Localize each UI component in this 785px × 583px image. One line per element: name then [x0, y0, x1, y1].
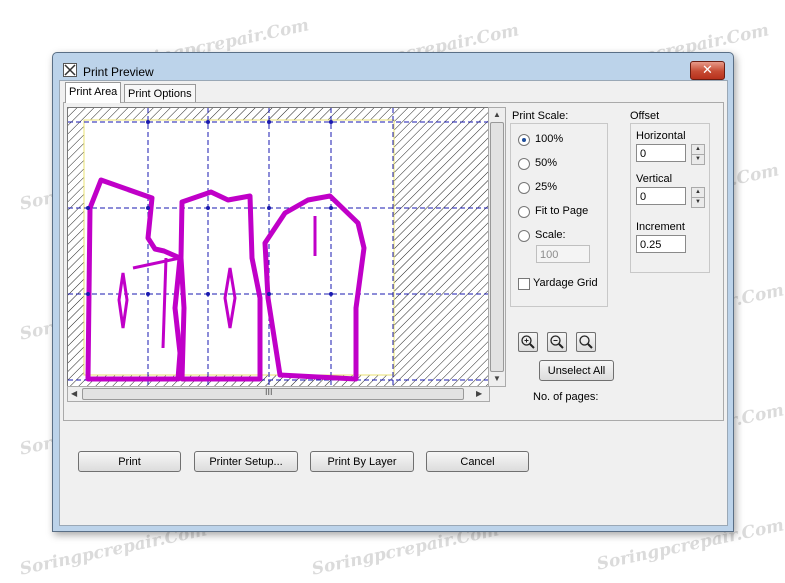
- vertical-offset-input[interactable]: 0: [636, 187, 686, 205]
- zoom-fit-icon: [579, 335, 593, 349]
- scroll-right-icon[interactable]: ▶: [476, 389, 482, 398]
- cancel-button[interactable]: Cancel: [426, 451, 529, 472]
- horizontal-offset-input[interactable]: 0: [636, 144, 686, 162]
- vertical-spin-down-icon[interactable]: ▼: [691, 197, 705, 208]
- print-by-layer-button[interactable]: Print By Layer: [310, 451, 414, 472]
- print-button[interactable]: Print: [78, 451, 181, 472]
- printer-setup-button[interactable]: Printer Setup...: [194, 451, 298, 472]
- scale-input[interactable]: 100: [536, 245, 590, 263]
- radio-scale-25[interactable]: [518, 182, 530, 194]
- tab-print-area[interactable]: Print Area: [65, 82, 122, 103]
- offset-label: Offset: [630, 110, 660, 122]
- close-button[interactable]: ✕: [690, 61, 725, 80]
- tab-print-options[interactable]: Print Options: [124, 84, 196, 103]
- zoom-fit-button[interactable]: [576, 332, 596, 352]
- vertical-scrollbar[interactable]: ▲ ▼: [488, 107, 506, 387]
- scroll-grip: III: [265, 387, 273, 397]
- radio-scale-50[interactable]: [518, 158, 530, 170]
- radio-custom-scale[interactable]: [518, 230, 530, 242]
- horizontal-label: Horizontal: [636, 130, 686, 142]
- radio-custom-scale-label[interactable]: Scale:: [535, 229, 566, 241]
- title-bar[interactable]: Print Preview ✕: [53, 53, 733, 81]
- zoom-out-button[interactable]: [547, 332, 567, 352]
- scroll-left-icon[interactable]: ◀: [71, 389, 77, 398]
- number-of-pages-label: No. of pages:: [533, 391, 599, 403]
- scroll-down-icon[interactable]: ▼: [493, 374, 501, 383]
- yardage-grid-checkbox[interactable]: [518, 278, 530, 290]
- unselect-all-button[interactable]: Unselect All: [539, 360, 614, 381]
- horizontal-scroll-thumb[interactable]: III: [82, 387, 464, 400]
- horizontal-spin-down-icon[interactable]: ▼: [691, 154, 705, 165]
- radio-scale-25-label[interactable]: 25%: [535, 181, 557, 193]
- window-title: Print Preview: [83, 65, 154, 79]
- print-preview-canvas[interactable]: [67, 107, 489, 387]
- radio-fit-to-page[interactable]: [518, 206, 530, 218]
- increment-input[interactable]: 0.25: [636, 235, 686, 253]
- print-preview-window: Print Preview ✕ Print Area Print Options: [52, 52, 734, 532]
- increment-label: Increment: [636, 221, 685, 233]
- app-icon: [63, 63, 77, 77]
- zoom-out-icon: [550, 335, 564, 349]
- print-area-panel: ▲ ▼ ◀ III ▶ Print Scale: 100% 50% 25% Fi…: [63, 102, 724, 421]
- radio-scale-100[interactable]: [518, 134, 530, 146]
- zoom-in-icon: [521, 335, 535, 349]
- scroll-up-icon[interactable]: ▲: [493, 110, 501, 119]
- pattern-layout: [68, 108, 488, 386]
- radio-scale-100-label[interactable]: 100%: [535, 133, 563, 145]
- vertical-scroll-thumb[interactable]: [490, 122, 504, 372]
- horizontal-scrollbar[interactable]: ◀ III ▶: [67, 386, 490, 402]
- yardage-grid-label[interactable]: Yardage Grid: [533, 277, 598, 289]
- print-scale-label: Print Scale:: [512, 110, 569, 122]
- radio-scale-50-label[interactable]: 50%: [535, 157, 557, 169]
- radio-fit-to-page-label[interactable]: Fit to Page: [535, 205, 588, 217]
- vertical-label: Vertical: [636, 173, 673, 185]
- zoom-in-button[interactable]: [518, 332, 538, 352]
- dialog-body: Print Area Print Options ▲ ▼ ◀ III ▶ Pri…: [59, 80, 728, 526]
